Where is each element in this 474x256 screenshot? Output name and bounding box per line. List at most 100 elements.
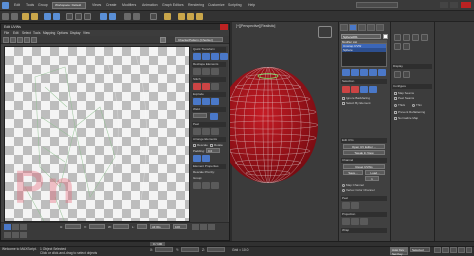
material-editor-icon[interactable] — [164, 13, 171, 20]
link-icon[interactable] — [22, 13, 29, 20]
soft-select-icon[interactable] — [4, 232, 11, 238]
move-icon[interactable] — [66, 13, 73, 20]
thick-radio[interactable]: Thick — [394, 103, 405, 107]
uv-mirror-icon[interactable] — [31, 37, 37, 43]
panel-icon-3[interactable] — [412, 34, 419, 41]
panel-icon-6[interactable] — [403, 43, 410, 50]
render-icon[interactable] — [187, 13, 194, 20]
weld-threshold-field[interactable] — [193, 113, 207, 118]
set-key-button[interactable]: Set Key — [390, 251, 408, 256]
vertex-color-radio[interactable]: Vertex Color Channel — [342, 188, 375, 192]
redo-icon[interactable] — [11, 13, 18, 20]
object-name-field[interactable]: Sphere001 — [341, 34, 381, 39]
play-icon[interactable] — [450, 247, 457, 253]
align-vertical-icon[interactable] — [202, 53, 210, 60]
rotate-checkbox[interactable]: Rotate — [210, 143, 223, 147]
menu-animation[interactable]: Animation — [142, 3, 158, 7]
maximize-icon[interactable] — [450, 2, 458, 8]
peel-header[interactable]: Peel — [192, 122, 226, 127]
point-to-point-icon[interactable] — [351, 202, 359, 209]
hierarchy-tab-icon[interactable] — [358, 24, 366, 31]
uv-menu-mapping[interactable]: Mapping — [43, 31, 55, 35]
zoom-icon[interactable] — [200, 224, 207, 230]
rotate-cw-icon[interactable] — [211, 53, 219, 60]
group-select-icon[interactable] — [193, 182, 201, 189]
menu-views[interactable]: Views — [92, 3, 101, 7]
go-to-end-icon[interactable] — [466, 247, 472, 253]
select-by-element-checkbox[interactable]: Select By Element — [342, 101, 371, 105]
object-color-swatch[interactable] — [383, 34, 388, 39]
vertex-select-icon[interactable] — [342, 86, 350, 93]
motion-tab-icon[interactable] — [367, 24, 375, 31]
save-button[interactable]: Save... — [343, 170, 363, 175]
menu-scripting[interactable]: Scripting — [228, 3, 242, 7]
app-logo-icon[interactable] — [2, 2, 9, 9]
projection-rollout[interactable]: Projection — [341, 212, 387, 217]
unlink-icon[interactable] — [31, 13, 38, 20]
selection-rollout[interactable]: Selection — [341, 79, 387, 84]
align-icon[interactable] — [133, 13, 140, 20]
display-header[interactable]: Display — [392, 64, 432, 69]
modify-tab-icon[interactable] — [349, 24, 357, 31]
angle-snap-icon[interactable] — [109, 13, 116, 20]
zoom-extents-icon[interactable] — [208, 224, 215, 230]
arrange-header[interactable]: Arrange Elements — [192, 137, 226, 142]
all-ids-dropdown[interactable]: All IDs — [150, 224, 170, 229]
menu-create[interactable]: Create — [106, 3, 117, 7]
uv-freeform-icon[interactable] — [24, 37, 30, 43]
uv-menu-tools[interactable]: Tools — [33, 31, 40, 35]
explode-header[interactable]: Explode — [192, 92, 226, 97]
selected-dropdown[interactable]: Selected — [410, 247, 430, 252]
render-setup-icon[interactable] — [178, 13, 185, 20]
select-icon[interactable] — [44, 13, 51, 20]
make-unique-icon[interactable] — [360, 69, 368, 76]
uv-menu-view[interactable]: View — [83, 31, 90, 35]
uv-scale-icon[interactable] — [17, 37, 23, 43]
menu-edit[interactable]: Edit — [14, 3, 20, 7]
element-properties-header[interactable]: Element Properties — [192, 164, 226, 169]
zoom-field[interactable]: 100 — [173, 224, 187, 229]
channel-spinner[interactable]: 1 — [365, 176, 379, 181]
spherical-map-icon[interactable] — [360, 218, 368, 225]
element-select-icon[interactable] — [369, 86, 377, 93]
panel-icon-5[interactable] — [394, 43, 401, 50]
weld-header[interactable]: Weld — [192, 107, 226, 112]
peel-pin-icon[interactable] — [211, 128, 219, 135]
peel-seams-icon[interactable] — [342, 202, 350, 209]
viewport-label[interactable]: [+][Perspective][Realistic] — [236, 24, 275, 28]
remove-modifier-icon[interactable] — [369, 69, 377, 76]
quick-transform-header[interactable]: Quick Transform — [192, 47, 226, 52]
menu-group[interactable]: Group — [38, 3, 48, 7]
uv-move-icon[interactable] — [3, 37, 9, 43]
menu-graph-editors[interactable]: Graph Editors — [162, 3, 184, 7]
map-channel-radio[interactable]: Map Channel — [342, 183, 364, 187]
next-frame-icon[interactable] — [458, 247, 465, 253]
show-end-result-icon[interactable] — [351, 69, 359, 76]
texture-dropdown[interactable]: CheckerPattern (Checker) — [175, 37, 223, 42]
thin-radio[interactable]: Thin — [412, 103, 422, 107]
x-coordinate-field[interactable] — [155, 247, 173, 252]
maxscript-listener[interactable]: Welcome to MAXScript. — [2, 247, 37, 251]
padding-field[interactable]: 0.0 — [206, 148, 220, 153]
normalize-map-checkbox[interactable]: Normalize Map — [394, 116, 418, 120]
uv-show-map-icon[interactable] — [160, 37, 166, 43]
align-horizontal-icon[interactable] — [193, 53, 201, 60]
prevent-reflattening-checkbox[interactable]: Prevent Reflattening — [394, 110, 425, 114]
stitch-target-icon[interactable] — [193, 83, 201, 90]
menu-rendering[interactable]: Rendering — [188, 3, 204, 7]
poly-select-icon[interactable] — [360, 86, 368, 93]
uv-rotate-icon[interactable] — [10, 37, 16, 43]
peel-mode-icon[interactable] — [202, 128, 210, 135]
panel-icon-2[interactable] — [403, 34, 410, 41]
stitch-header[interactable]: Stitch — [192, 77, 226, 82]
workspace-selector[interactable]: Workspace: Default — [52, 2, 86, 9]
scale-icon[interactable] — [84, 13, 91, 20]
flatten-icon[interactable] — [211, 98, 219, 105]
create-tab-icon[interactable] — [340, 24, 348, 31]
display-icon-2[interactable] — [403, 71, 410, 78]
group-add-icon[interactable] — [202, 182, 210, 189]
straighten-icon[interactable] — [193, 68, 201, 75]
stitch-average-icon[interactable] — [211, 83, 219, 90]
uv-menu-select[interactable]: Select — [22, 31, 31, 35]
cylindrical-map-icon[interactable] — [351, 218, 359, 225]
